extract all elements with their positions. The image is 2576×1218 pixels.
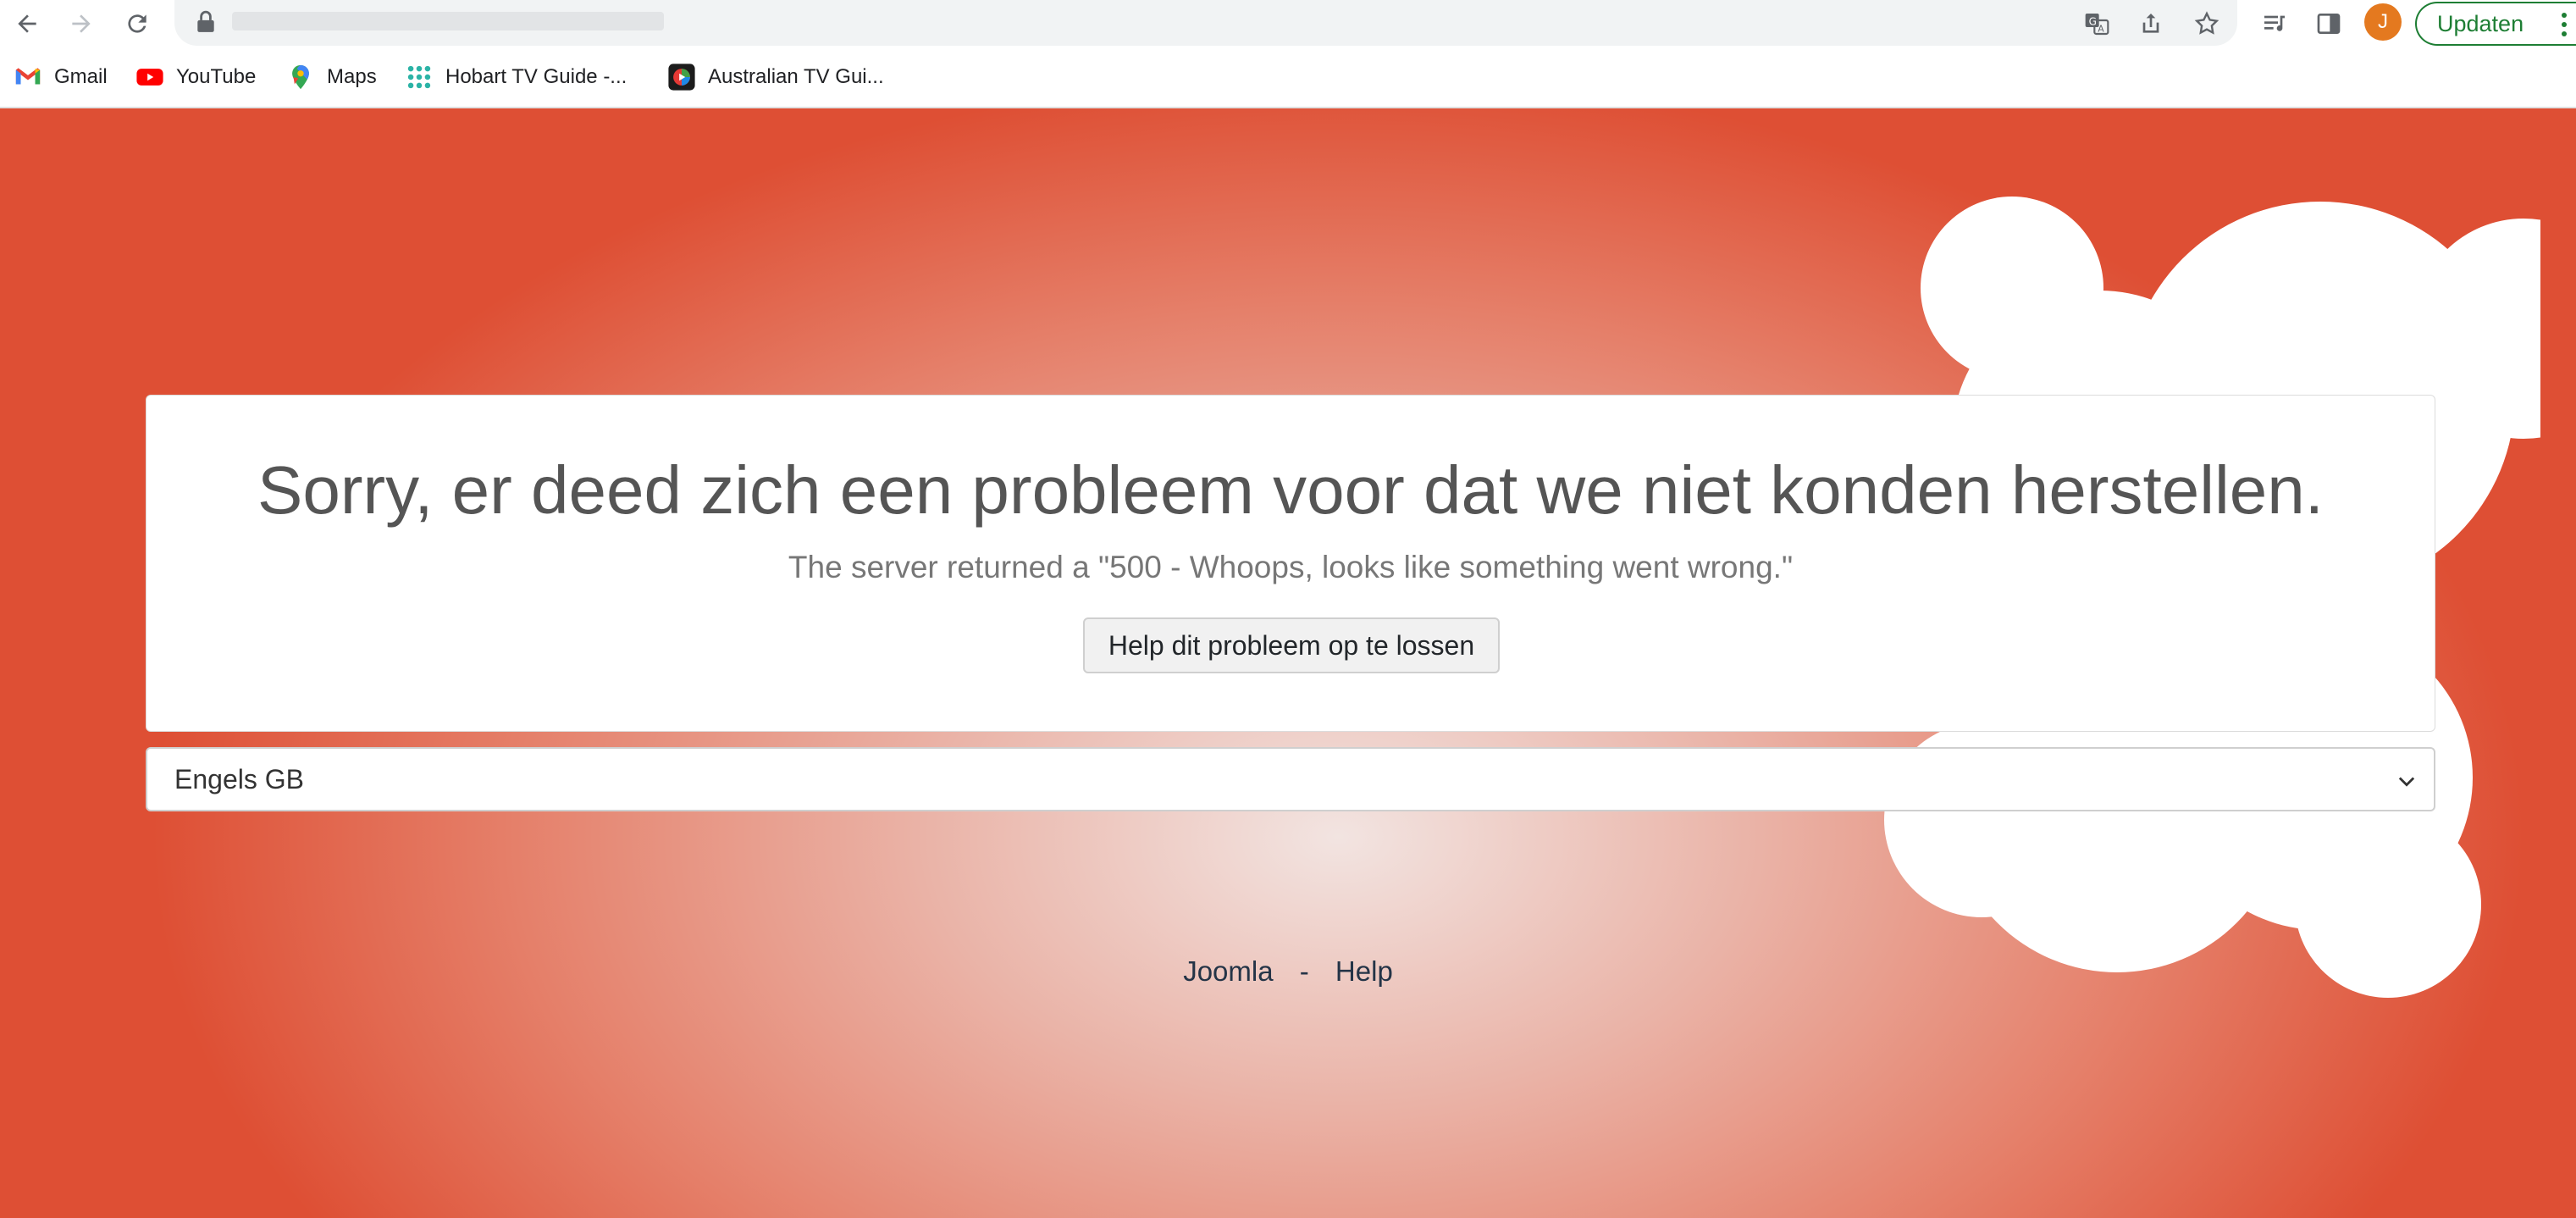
back-button[interactable] xyxy=(8,5,46,42)
maps-icon xyxy=(292,64,309,90)
translate-button[interactable]: GA xyxy=(2080,7,2114,41)
tv-guide-icon xyxy=(668,64,695,91)
svg-text:A: A xyxy=(2098,23,2104,34)
bookmark-youtube[interactable]: YouTube xyxy=(135,61,256,93)
media-queue-icon xyxy=(2264,15,2285,31)
bookmark-label: Australian TV Gui... xyxy=(708,65,884,88)
update-label: Updaten xyxy=(2437,10,2524,36)
bookmark-label: Maps xyxy=(327,65,377,88)
gmail-icon xyxy=(15,68,41,85)
chevron-down-icon xyxy=(2398,777,2415,787)
share-icon xyxy=(2142,14,2159,33)
help-link[interactable]: Help xyxy=(1335,955,1393,988)
bookmark-label: Hobart TV Guide -... xyxy=(445,65,627,88)
apps-grid-icon xyxy=(407,65,431,89)
profile-avatar[interactable]: J xyxy=(2364,3,2402,41)
reading-list-button[interactable] xyxy=(2258,7,2291,41)
bookmark-star-button[interactable] xyxy=(2190,7,2224,41)
more-menu-icon xyxy=(2562,13,2567,36)
bookmark-hobart-tv-guide[interactable]: Hobart TV Guide -... xyxy=(405,61,627,93)
error-page: Sorry, er deed zich een probleem voor da… xyxy=(0,108,2576,1218)
lock-icon xyxy=(197,10,214,32)
bookmark-maps[interactable]: Maps xyxy=(286,61,377,93)
update-browser-button[interactable]: Updaten xyxy=(2415,2,2576,46)
reload-icon xyxy=(128,14,146,33)
forward-button[interactable] xyxy=(63,5,100,42)
forward-arrow-icon xyxy=(72,14,91,33)
star-icon xyxy=(2194,11,2219,35)
help-fix-problem-button[interactable]: Help dit probleem op te lossen xyxy=(1083,617,1500,673)
side-panel-button[interactable] xyxy=(2312,7,2346,41)
error-title: Sorry, er deed zich een probleem voor da… xyxy=(257,452,2324,528)
bookmark-australian-tv-guide[interactable]: Australian TV Gui... xyxy=(667,61,884,93)
share-button[interactable] xyxy=(2134,7,2168,41)
footer-separator: - xyxy=(1299,955,1309,987)
footer-links: Joomla - Help xyxy=(0,955,2576,988)
bookmark-gmail[interactable]: Gmail xyxy=(14,61,108,93)
joomla-link[interactable]: Joomla xyxy=(1183,955,1273,988)
svg-text:G: G xyxy=(2089,15,2097,27)
translate-icon: GA xyxy=(2085,14,2109,36)
error-card: Sorry, er deed zich een probleem voor da… xyxy=(146,395,2435,732)
back-arrow-icon xyxy=(18,14,36,33)
url-text-redacted xyxy=(232,12,664,30)
browser-toolbar: GA J Updaten xyxy=(0,0,2576,46)
bookmark-label: YouTube xyxy=(176,65,257,88)
reload-button[interactable] xyxy=(119,5,156,42)
address-bar[interactable]: GA xyxy=(174,0,2237,46)
bookmark-label: Gmail xyxy=(54,65,108,88)
error-subtitle: The server returned a "500 - Whoops, loo… xyxy=(788,550,1794,584)
language-selected-value: Engels GB xyxy=(174,763,304,794)
side-panel-icon xyxy=(2317,14,2341,34)
language-select[interactable]: Engels GB xyxy=(146,747,2435,811)
bookmarks-bar: Gmail YouTube Maps Hobart TV Guide -... … xyxy=(0,46,2576,108)
youtube-icon xyxy=(136,69,163,86)
